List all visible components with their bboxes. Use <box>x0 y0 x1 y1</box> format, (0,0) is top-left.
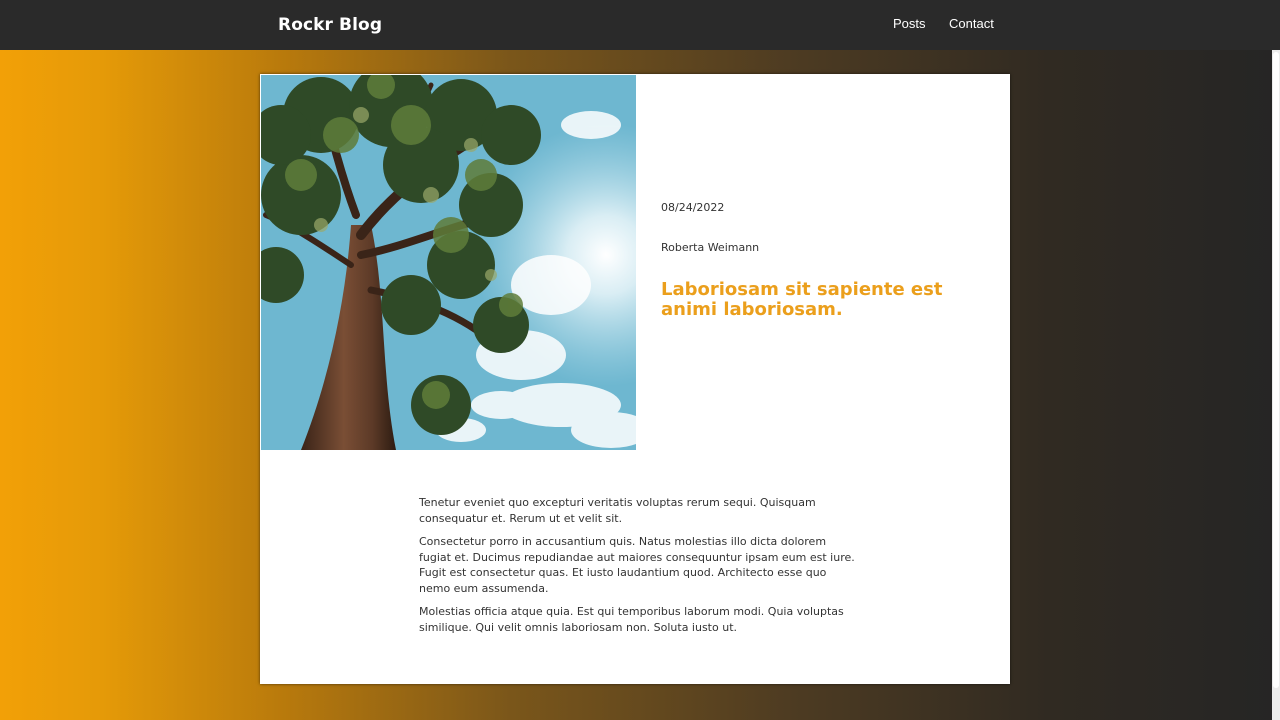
post-paragraph: Consectetur porro in accusantium quis. N… <box>419 535 855 595</box>
nav-link-contact[interactable]: Contact <box>949 16 994 31</box>
post-author: Roberta Weimann <box>661 241 760 254</box>
post-paragraph: Tenetur eveniet quo excepturi veritatis … <box>419 496 816 525</box>
brand-logo-link[interactable]: Rockr Blog <box>278 15 382 35</box>
top-navbar: Rockr Blog Posts Contact <box>0 0 1280 50</box>
tree-photo-icon <box>261 75 636 450</box>
post-date: 08/24/2022 <box>661 201 725 214</box>
post-title: Laboriosam sit sapiente est animi labori… <box>661 279 943 320</box>
post-hero-image <box>261 75 636 450</box>
page-scrollbar[interactable] <box>1272 50 1280 720</box>
post-card: 08/24/2022 Roberta Weimann Laboriosam si… <box>260 74 1010 684</box>
post-paragraph: Molestias officia atque quia. Est qui te… <box>419 605 844 634</box>
post-body: Tenetur eveniet quo excepturi veritatis … <box>419 495 859 643</box>
scrollbar-thumb[interactable] <box>1273 52 1279 688</box>
nav-link-posts[interactable]: Posts <box>893 16 926 31</box>
